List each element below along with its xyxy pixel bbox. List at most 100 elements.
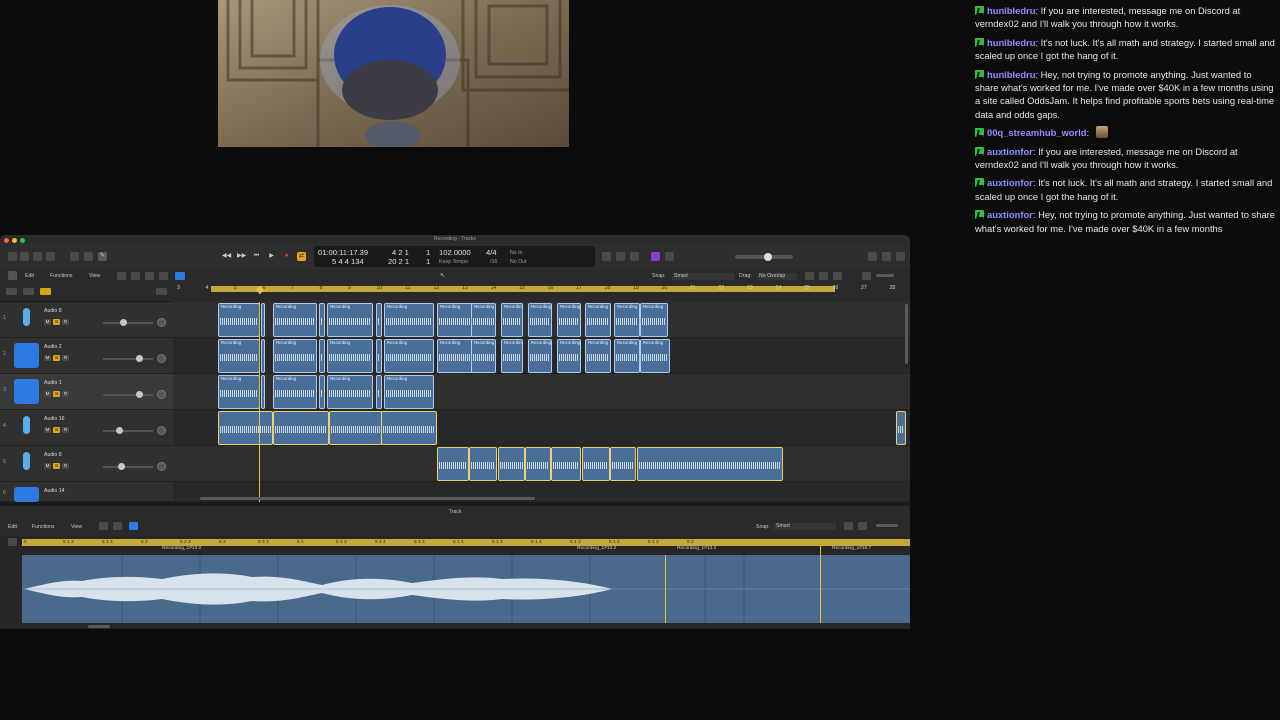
snap-select[interactable]: Smart [672, 273, 734, 280]
record-enable-button[interactable]: R [62, 463, 69, 469]
audio-region[interactable]: Recording [384, 339, 434, 373]
pan-knob[interactable] [157, 354, 166, 363]
chat-username[interactable]: hunibledru [987, 37, 1035, 48]
horizontal-scrollbar[interactable] [200, 497, 535, 500]
track-lane[interactable]: Recording Recording Recording Recording Reco… [173, 338, 910, 374]
audio-region[interactable] [261, 375, 265, 409]
audio-region[interactable]: Recording [218, 303, 260, 337]
chat-username[interactable]: auxtionfor [987, 209, 1033, 220]
metronome-icon[interactable] [630, 252, 639, 261]
editor-zoom-slider[interactable] [876, 524, 898, 527]
global-tracks-icon[interactable] [23, 288, 34, 295]
editor-playhead[interactable] [665, 555, 666, 623]
audio-region[interactable]: Recording [528, 303, 552, 337]
track-lane[interactable]: Recording Recording Recording Recording [173, 374, 910, 410]
library-icon[interactable] [8, 252, 17, 261]
chat-username[interactable]: 00q_streamhub_world [987, 127, 1087, 138]
track-header[interactable]: 4 Audio 16 M S R [0, 410, 173, 446]
record-enable-button[interactable]: R [62, 427, 69, 433]
catch-icon[interactable] [131, 272, 140, 280]
audio-region[interactable]: Recording [471, 303, 496, 337]
catch-playhead-icon[interactable] [175, 272, 185, 280]
loop-browser-icon[interactable] [882, 252, 891, 261]
audio-region[interactable]: Recording [384, 303, 434, 337]
functions-menu[interactable]: Functions [50, 273, 73, 279]
editor-pencil-icon[interactable]: ✎ [98, 252, 107, 261]
volume-fader[interactable] [103, 358, 153, 360]
fast-forward-icon[interactable]: ▶▶ [237, 252, 246, 261]
vertical-zoom-icon[interactable] [819, 272, 828, 280]
volume-fader[interactable] [103, 394, 153, 396]
audio-region[interactable] [437, 447, 469, 481]
cycle-icon[interactable]: ⇄ [297, 252, 306, 261]
play-icon[interactable]: ▶ [267, 252, 276, 261]
editor-zoom-icon[interactable] [844, 522, 853, 530]
list-view-icon[interactable] [117, 272, 126, 280]
notepad-icon[interactable] [868, 252, 877, 261]
track-name[interactable]: Audio 16 [44, 416, 64, 422]
editor-flex-icon[interactable] [113, 522, 122, 530]
audio-region[interactable] [319, 339, 325, 373]
toolbar-icon[interactable] [46, 252, 55, 261]
region-inspector-icon[interactable] [8, 271, 17, 280]
audio-region[interactable] [376, 303, 382, 337]
record-enable-button[interactable]: R [62, 391, 69, 397]
editor-ruler[interactable]: 5 6 1 3 6 1 3 6 2 6 2 3 6 3 6 3 3 6 4 6 4 3 6 4 4… [22, 539, 910, 546]
volume-knob[interactable] [136, 355, 143, 362]
audio-region[interactable] [498, 447, 525, 481]
track-lane[interactable] [173, 446, 910, 482]
lcd-display[interactable]: 01:00:11:17.39 5 4 4 134 4 2 1 20 2 1 1 … [314, 246, 595, 267]
flex-icon[interactable] [159, 272, 168, 280]
mute-button[interactable]: M [44, 391, 51, 397]
master-volume-knob[interactable] [764, 253, 772, 261]
volume-knob[interactable] [136, 391, 143, 398]
mixer-icon[interactable] [84, 252, 93, 261]
audio-region[interactable] [261, 339, 265, 373]
audio-region[interactable]: Recording [471, 339, 496, 373]
editor-catch-icon[interactable] [99, 522, 108, 530]
volume-fader[interactable] [103, 322, 153, 324]
chat-username[interactable]: hunibledru [987, 5, 1035, 16]
pan-knob[interactable] [157, 462, 166, 471]
volume-fader[interactable] [103, 466, 153, 468]
user-icon[interactable] [665, 252, 674, 261]
solo-button[interactable]: S [53, 427, 60, 433]
track-name[interactable]: Audio 8 [44, 308, 62, 314]
close-window-icon[interactable] [4, 237, 9, 243]
chat-username[interactable]: hunibledru [987, 69, 1035, 80]
audio-region[interactable]: Recording [614, 339, 640, 373]
edit-menu[interactable]: Edit [25, 273, 34, 279]
mute-button[interactable]: M [44, 355, 51, 361]
audio-region[interactable] [319, 375, 325, 409]
audio-region[interactable] [525, 447, 551, 481]
add-track-icon[interactable] [6, 288, 17, 295]
audio-region[interactable] [637, 447, 783, 481]
audio-region[interactable]: Recording [273, 375, 317, 409]
audio-region[interactable]: Recording [327, 303, 373, 337]
chat-username[interactable]: auxtionfor [987, 146, 1033, 157]
track-lane[interactable]: Recording Recording Recording Recording Reco… [173, 302, 910, 338]
audio-region[interactable]: Recording [501, 339, 523, 373]
minimize-window-icon[interactable] [12, 237, 17, 243]
audio-region[interactable] [469, 447, 497, 481]
editor-view-menu[interactable]: View [71, 524, 82, 530]
solo-button[interactable]: S [53, 319, 60, 325]
audio-region[interactable] [551, 447, 581, 481]
editor-waveform[interactable] [22, 555, 910, 623]
editor-functions-menu[interactable]: Functions [32, 524, 55, 530]
chat-username[interactable]: auxtionfor [987, 177, 1033, 188]
editor-link-icon[interactable] [129, 522, 138, 530]
go-to-start-icon[interactable]: ⏮ [252, 252, 261, 261]
horizontal-zoom-slider[interactable] [876, 274, 894, 277]
inspector-icon[interactable] [20, 252, 29, 261]
volume-knob[interactable] [116, 427, 123, 434]
editor-horizontal-scrollbar[interactable] [88, 625, 110, 628]
audio-region[interactable]: Recording [218, 375, 260, 409]
audio-region[interactable] [610, 447, 636, 481]
track-name[interactable]: Audio 8 [44, 452, 62, 458]
audio-region[interactable]: Recording [327, 375, 373, 409]
solo-button[interactable]: S [53, 355, 60, 361]
audio-region[interactable] [582, 447, 610, 481]
audio-region[interactable]: Recording [528, 339, 552, 373]
track-header[interactable]: 3 Audio 1 M S R [0, 374, 173, 410]
